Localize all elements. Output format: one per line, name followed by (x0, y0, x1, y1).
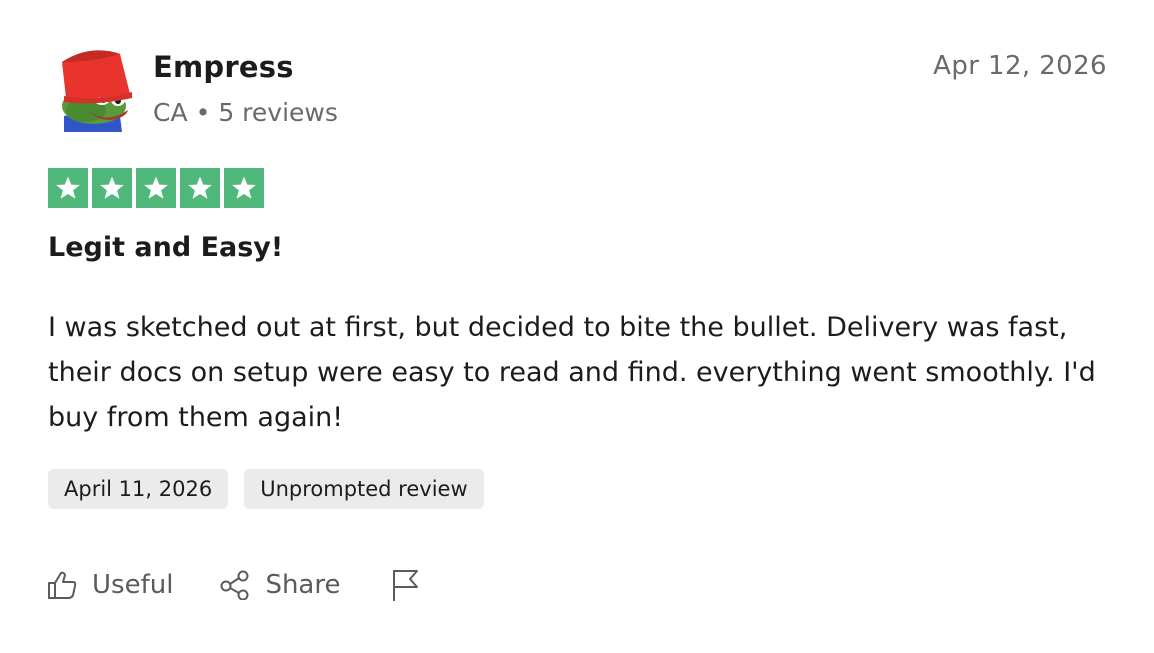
rating-star-5 (224, 168, 264, 208)
thumbs-up-icon (48, 571, 77, 599)
reviewer-avatar[interactable] (50, 44, 134, 136)
reviewer-name[interactable]: Empress (153, 50, 294, 84)
review-card: Empress CA • 5 reviews Apr 12, 2026 Legit … (0, 0, 1154, 653)
rating-star-4 (180, 168, 220, 208)
star-icon (144, 176, 168, 199)
review-tags: April 11, 2026 Unprompted review (48, 469, 484, 509)
rating-star-2 (92, 168, 132, 208)
frog-avatar-icon (62, 50, 132, 132)
star-icon (100, 176, 124, 199)
star-icon (188, 176, 212, 199)
share-button[interactable]: Share (219, 570, 340, 600)
reviewer-meta: CA • 5 reviews (153, 98, 338, 127)
share-icon (220, 570, 249, 600)
useful-label: Useful (92, 570, 174, 600)
rating-star-1 (48, 168, 88, 208)
review-body: I was sketched out at first, but decided… (48, 312, 1096, 433)
review-actions: Useful Share (46, 568, 420, 602)
separator-dot: • (195, 98, 211, 127)
star-icon (56, 176, 80, 199)
rating-star-3 (136, 168, 176, 208)
experience-date-tag: April 11, 2026 (48, 469, 229, 509)
flag-icon (393, 570, 419, 601)
reviewer-country: CA (153, 98, 188, 127)
reviewer-review-count: 5 reviews (218, 98, 338, 127)
review-title: Legit and Easy! (48, 232, 284, 263)
star-icon (232, 176, 256, 199)
star-rating (48, 168, 264, 208)
report-button[interactable] (390, 568, 420, 602)
review-type-tag[interactable]: Unprompted review (244, 469, 484, 509)
share-label: Share (265, 570, 341, 600)
review-posted-date: Apr 12, 2026 (933, 51, 1107, 81)
useful-button[interactable]: Useful (46, 570, 173, 600)
